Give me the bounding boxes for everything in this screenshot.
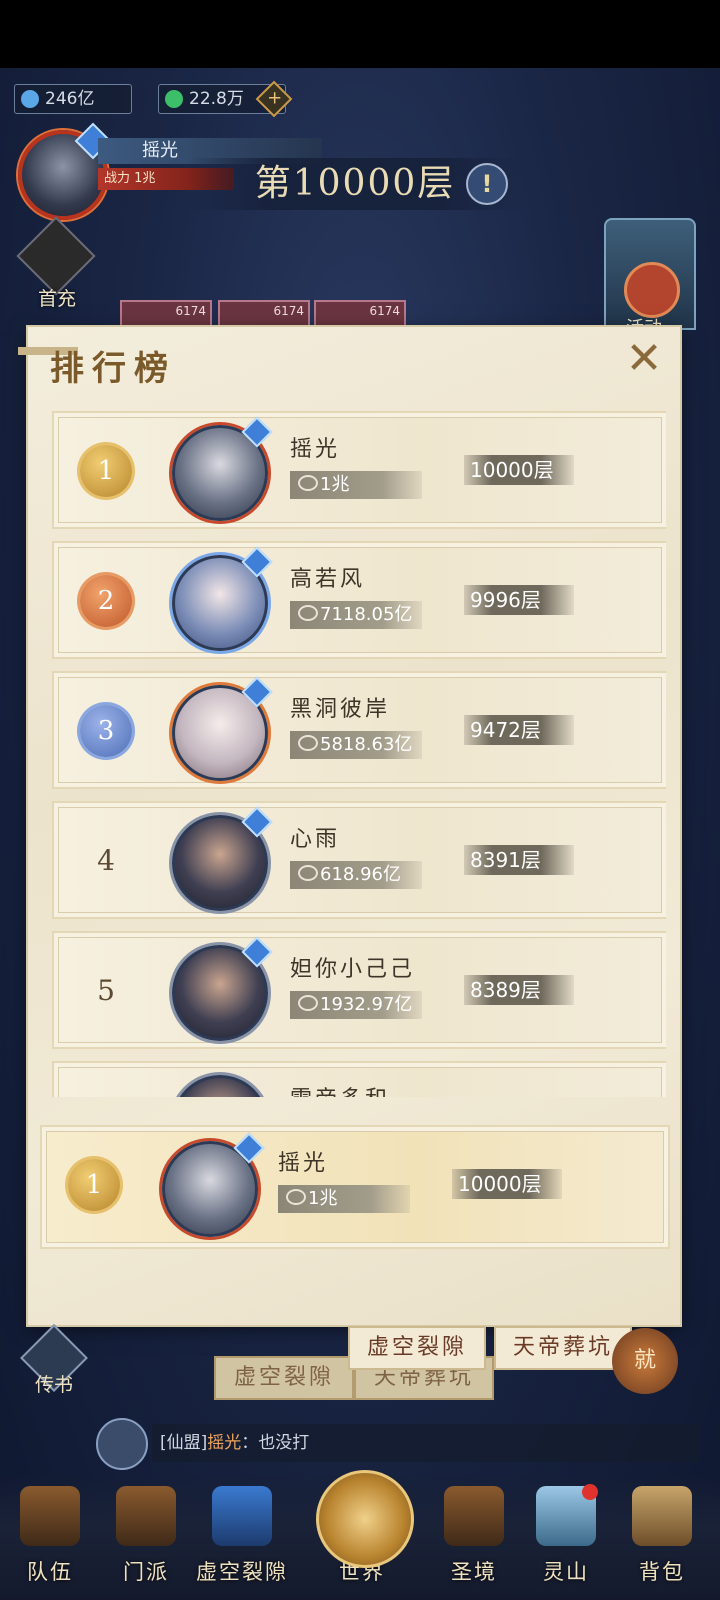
activity-icon [624,262,680,318]
rank-medal-silver-icon: 2 [80,575,132,627]
player-avatar[interactable] [18,122,112,220]
player-name: 摇光 [278,1151,329,1176]
ranking-row[interactable]: 5 妲你小己己 1932.97亿 8389层 [52,931,666,1049]
ranking-row[interactable]: 2 高若风 7118.05亿 9996层 [52,541,666,659]
chat-message: [仙盟]摇光：也没打 [152,1424,700,1462]
player-power: 1兆 [290,471,422,499]
ranking-list[interactable]: 1 摇光 1兆 10000层 2 高若风 7118.05亿 9996层 3 黑洞… [48,411,666,1097]
power-eye-icon [286,1189,306,1205]
player-power: 5818.63亿 [290,731,422,759]
power-eye-icon [298,995,318,1011]
nav-label: 灵山 [543,1560,589,1584]
player-floor: 8391层 [464,845,574,875]
sect-icon [116,1486,176,1546]
nav-label: 圣境 [451,1560,497,1584]
ranking-panel: 排行榜 ✕ 1 摇光 1兆 10000层 2 高若风 7118.05亿 9996… [18,327,680,1325]
chat-text: ：也没打 [241,1433,310,1453]
player-floor: 8389层 [464,975,574,1005]
tab-void-rift[interactable]: 虚空裂隙 [348,1326,486,1370]
buff-chip-value: 6174 [369,304,400,318]
nav-spirit-mountain[interactable]: 灵山 [520,1476,612,1600]
nav-label: 队伍 [27,1560,73,1584]
void-rift-icon [212,1486,272,1546]
buff-chip-value: 6174 [273,304,304,318]
message-label: 传书 [34,1374,73,1396]
player-name: 高若风 [290,567,366,592]
player-name: 摇光 [290,437,341,462]
player-power: 7118.05亿 [290,601,422,629]
backpack-icon [632,1486,692,1546]
rank-medal-gold-icon: 1 [68,1159,120,1211]
nav-label: 门派 [123,1560,169,1584]
player-floor: 10000层 [452,1169,562,1199]
jade-icon [165,90,183,108]
player-power: 618.96亿 [290,861,422,889]
nav-sect[interactable]: 门派 [100,1476,192,1600]
first-charge-button[interactable]: 首充 [16,216,96,314]
tab-void-rift-underlay[interactable]: 虚空裂隙 [214,1356,354,1400]
world-icon[interactable] [316,1470,414,1568]
panel-title: 排行榜 [50,349,176,389]
crystal-icon [21,90,39,108]
player-name: 妲你小己己 [290,957,416,982]
message-button[interactable]: 传书 [20,1324,88,1402]
power-eye-icon [298,735,318,751]
power-value: 7118.05亿 [320,604,413,625]
holy-land-icon [444,1486,504,1546]
ranking-row[interactable]: 1 摇光 1兆 10000层 [52,411,666,529]
chat-channel: [仙盟] [160,1433,208,1453]
player-avatar [172,1075,268,1097]
ranking-row[interactable]: 4 心雨 618.96亿 8391层 [52,801,666,919]
player-floor: 9996层 [464,585,574,615]
nav-holy-land[interactable]: 圣境 [428,1476,520,1600]
power-eye-icon [298,475,318,491]
status-bar [0,0,720,68]
rank-number: 5 [97,974,115,1007]
crystal-value: 246亿 [45,89,95,109]
nav-label: 虚空裂隙 [196,1560,288,1584]
power-value: 1兆 [308,1188,338,1209]
achievement-button[interactable]: 就 [612,1328,678,1394]
chat-bar[interactable]: [仙盟]摇光：也没打 [96,1416,700,1470]
player-floor: 9472层 [464,715,574,745]
player-power: 1932.97亿 [290,991,422,1019]
chat-sender: 摇光 [207,1433,242,1453]
nav-void-rift[interactable]: 虚空裂隙 [196,1476,288,1600]
team-icon [20,1486,80,1546]
info-button[interactable]: ! [466,163,508,205]
player-name: 心雨 [290,827,341,852]
player-power: 1兆 [278,1185,410,1213]
crystal-currency: 246亿 [14,84,132,114]
rank-number: 4 [97,844,115,877]
rank-medal-bronze-icon: 3 [80,705,132,757]
power-value: 1932.97亿 [320,994,413,1015]
power-value: 1兆 [320,474,350,495]
power-value: 618.96亿 [320,864,401,885]
nav-label: 背包 [639,1560,685,1584]
activity-button[interactable]: 活动 [604,218,696,339]
my-ranking-row[interactable]: 1 摇光 1兆 10000层 [40,1125,670,1249]
player-name: 黑洞彼岸 [290,697,391,722]
power-eye-icon [298,605,318,621]
first-charge-label: 首充 [37,288,76,310]
nav-backpack[interactable]: 背包 [616,1476,708,1600]
jade-value: 22.8万 [189,89,244,109]
buff-chip-value: 6174 [175,304,206,318]
player-floor: 10000层 [464,455,574,485]
plus-icon: + [267,87,283,109]
ranking-row[interactable]: 雷帝多和 [52,1061,666,1097]
chat-avatar [96,1418,148,1470]
notification-dot-icon [582,1484,598,1500]
close-button[interactable]: ✕ [624,337,664,381]
power-value: 5818.63亿 [320,734,413,755]
player-name: 雷帝多和 [290,1081,390,1097]
power-eye-icon [298,865,318,881]
nav-team[interactable]: 队伍 [4,1476,96,1600]
rank-medal-gold-icon: 1 [80,445,132,497]
ranking-row[interactable]: 3 黑洞彼岸 5818.63亿 9472层 [52,671,666,789]
